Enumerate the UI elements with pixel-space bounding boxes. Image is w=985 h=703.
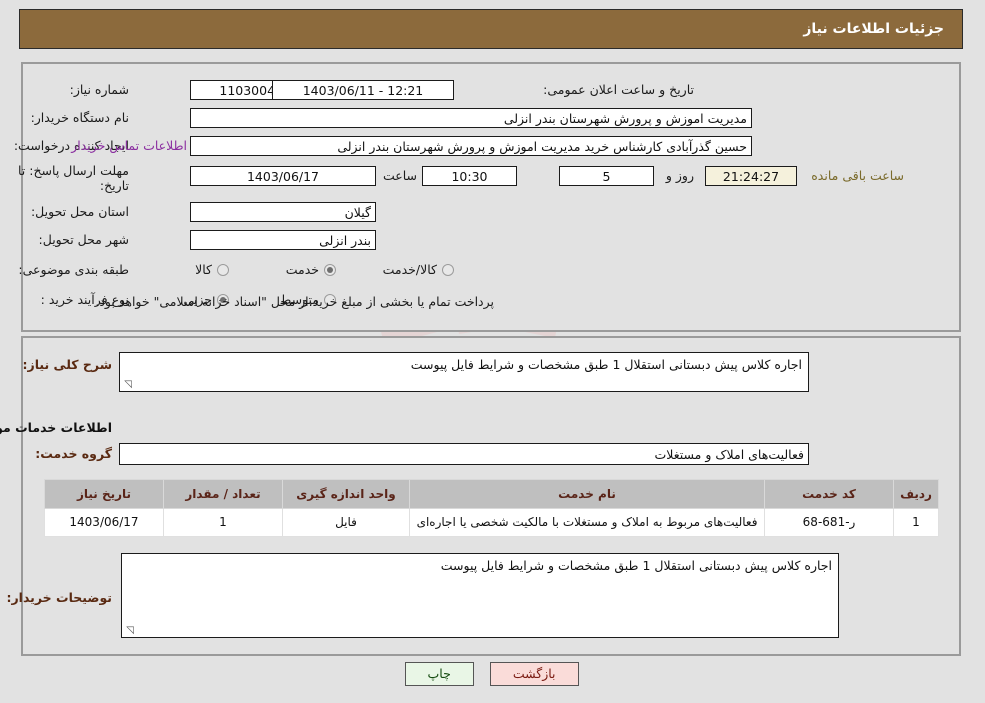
category-option-kala-khedmat[interactable]: کالا/خدمت: [384, 262, 455, 277]
category-option-khedmat-label: خدمت: [286, 262, 320, 277]
creator-value: حسین گذرآبادی کارشناس خرید مدیریت اموزش …: [191, 136, 753, 156]
deadline-hour-label: ساعت: [383, 168, 418, 183]
cell-row: 1: [894, 508, 940, 537]
resize-grip-icon[interactable]: ◹: [123, 380, 133, 390]
cell-date: 1403/06/17: [45, 508, 165, 537]
column-qty: تعداد / مقدار: [164, 479, 284, 509]
services-section-title: اطلاعات خدمات مورد نیاز: [0, 420, 113, 435]
buyer-notes-textarea[interactable]: اجاره کلاس پیش دبستانی استقلال 1 طبق مشخ…: [122, 553, 840, 638]
column-date: تاریخ نیاز: [45, 479, 165, 509]
deadline-days-label: روز و: [666, 168, 695, 183]
table-row: 1 ر-681-68 فعالیت‌های مربوط به املاک و م…: [45, 508, 940, 537]
buyer-contact-link[interactable]: اطلاعات تماس خریدار: [72, 138, 188, 153]
radio-kala-icon[interactable]: [218, 263, 230, 276]
page-title: جزئیات اطلاعات نیاز: [804, 21, 945, 37]
deadline-days: 5: [560, 166, 655, 186]
radio-khedmat-icon[interactable]: [325, 263, 337, 276]
table-header-row: ردیف کد خدمت نام خدمت واحد اندازه گیری ت…: [45, 479, 940, 509]
province-label: استان محل تحویل:: [31, 204, 130, 219]
print-button[interactable]: چاپ: [405, 662, 475, 686]
column-row: ردیف: [894, 479, 940, 509]
cell-unit: فایل: [283, 508, 411, 537]
service-group-value: فعالیت‌های املاک و مستغلات: [120, 443, 810, 465]
page-header: جزئیات اطلاعات نیاز: [20, 9, 964, 49]
deadline-date: 1403/06/17: [191, 166, 377, 186]
buyer-org-label: نام دستگاه خریدار:: [31, 110, 130, 125]
need-number-label: شماره نیاز:: [70, 82, 130, 97]
column-unit: واحد اندازه گیری: [283, 479, 411, 509]
process-type-note: پرداخت تمام یا بخشی از مبلغ خرید،از محل …: [96, 294, 495, 309]
cell-qty: 1: [164, 508, 284, 537]
city-label: شهر محل تحویل:: [39, 232, 130, 247]
buyer-org-value: مدیریت اموزش و پرورش شهرستان بندر انزلی: [191, 108, 753, 128]
column-name: نام خدمت: [410, 479, 766, 509]
buyer-notes-label: توضیحات خریدار:: [7, 590, 113, 605]
public-announce-label: تاریخ و ساعت اعلان عمومی:: [544, 82, 695, 97]
deadline-remaining: 21:24:27: [706, 166, 798, 186]
description-textarea[interactable]: اجاره کلاس پیش دبستانی استقلال 1 طبق مشخ…: [120, 352, 810, 392]
province-value: گیلان: [191, 202, 377, 222]
public-announce-value: 1403/06/11 - 12:21: [273, 80, 455, 100]
city-value: بندر انزلی: [191, 230, 377, 250]
need-info-panel: [22, 62, 962, 332]
description-value: اجاره کلاس پیش دبستانی استقلال 1 طبق مشخ…: [411, 357, 803, 372]
buyer-notes-resize-grip-icon[interactable]: ◹: [125, 626, 135, 636]
deadline-hour: 10:30: [423, 166, 518, 186]
category-label: طبقه بندی موضوعی:: [19, 262, 130, 277]
buyer-notes-value: اجاره کلاس پیش دبستانی استقلال 1 طبق مشخ…: [441, 558, 833, 573]
column-code: کد خدمت: [765, 479, 895, 509]
cell-name: فعالیت‌های مربوط به املاک و مستغلات با م…: [410, 508, 766, 537]
deadline-remaining-label: ساعت باقی مانده: [812, 168, 905, 183]
action-buttons: بازگشت چاپ: [0, 662, 985, 686]
description-label: شرح کلی نیاز:: [23, 357, 113, 372]
needed-services-table: ردیف کد خدمت نام خدمت واحد اندازه گیری ت…: [45, 479, 940, 537]
cell-code: ر-681-68: [765, 508, 895, 537]
back-button[interactable]: بازگشت: [490, 662, 580, 686]
radio-kala-khedmat-icon[interactable]: [443, 263, 455, 276]
service-group-label: گروه خدمت:: [36, 446, 113, 461]
deadline-label: مهلت ارسال پاسخ: تا تاریخ:: [19, 163, 130, 193]
category-option-khedmat[interactable]: خدمت: [287, 262, 337, 277]
category-option-kala[interactable]: کالا: [196, 262, 230, 277]
category-option-kala-label: کالا: [196, 262, 213, 277]
category-option-kala-khedmat-label: کالا/خدمت: [383, 262, 438, 277]
